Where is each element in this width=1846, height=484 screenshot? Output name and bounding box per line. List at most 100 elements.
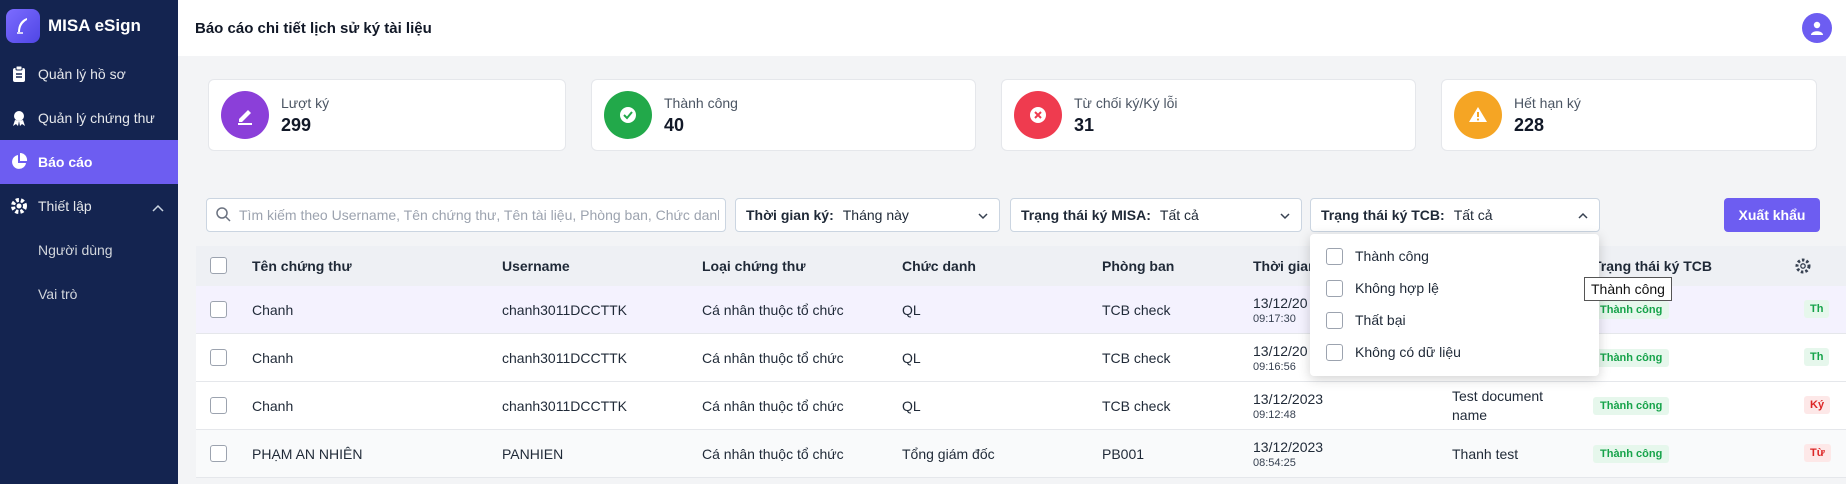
username-cell: chanh3011DCCTTK <box>502 397 628 414</box>
select-label: Trạng thái ký MISA: <box>1021 207 1151 223</box>
chevron-down-icon <box>977 209 989 225</box>
certificate-icon <box>8 107 30 129</box>
search-input[interactable] <box>239 207 719 223</box>
stat-label: Thành công <box>664 94 738 111</box>
option-label: Thành công <box>1355 248 1429 264</box>
export-button[interactable]: Xuất khẩu <box>1724 198 1820 232</box>
dropdown-option-khong-hop-le[interactable]: Không hợp lệ <box>1310 272 1599 304</box>
table-row[interactable]: PHẠM AN NHIÊN PANHIEN Cá nhân thuộc tổ c… <box>196 430 1846 478</box>
column-header[interactable]: Trạng thái ký TCB <box>1593 258 1712 274</box>
pie-chart-icon <box>8 151 30 173</box>
row-checkbox[interactable] <box>210 444 227 462</box>
tcb-status-dropdown: Thành công Không hợp lệ Thất bại Không c… <box>1310 234 1599 376</box>
cert-name-cell: Chanh <box>252 301 294 318</box>
column-header[interactable]: Thời gian <box>1253 258 1317 274</box>
column-header[interactable]: Tên chứng thư <box>252 258 352 274</box>
stat-card-luot-ky: Lượt ký 299 <box>208 79 566 151</box>
select-value: Tháng này <box>842 207 909 223</box>
sidebar-item-bao-cao[interactable]: Báo cáo <box>0 140 178 184</box>
row-checkbox[interactable] <box>210 396 227 414</box>
search-icon <box>215 206 231 225</box>
sidebar-item-thiet-lap[interactable]: Thiết lập <box>0 184 178 228</box>
stat-value: 40 <box>664 114 685 135</box>
option-checkbox[interactable] <box>1326 311 1343 329</box>
time-cell: 13/12/2023 08:54:25 <box>1253 439 1323 469</box>
option-checkbox[interactable] <box>1326 247 1343 265</box>
date-text: 13/12/2023 <box>1253 438 1324 455</box>
select-label: Thời gian ký: <box>746 207 834 223</box>
cert-type-cell: Cá nhân thuộc tổ chức <box>702 301 844 318</box>
dropdown-option-thanh-cong[interactable]: Thành công <box>1310 240 1599 272</box>
option-label: Không có dữ liệu <box>1355 344 1461 360</box>
title-cell: QL <box>902 301 921 318</box>
cert-name-cell: PHẠM AN NHIÊN <box>252 445 363 462</box>
date-text: 13/12/2023 <box>1253 390 1324 407</box>
cert-type-cell: Cá nhân thuộc tổ chức <box>702 397 844 414</box>
page-title: Báo cáo chi tiết lịch sử ký tài liệu <box>195 19 432 37</box>
column-header[interactable]: Chức danh <box>902 258 976 274</box>
row-checkbox[interactable] <box>210 348 227 366</box>
dropdown-option-khong-co-du-lieu[interactable]: Không có dữ liệu <box>1310 336 1599 368</box>
option-checkbox[interactable] <box>1326 279 1343 297</box>
clipboard-icon <box>8 63 30 85</box>
username-cell: chanh3011DCCTTK <box>502 349 628 366</box>
header: Báo cáo chi tiết lịch sử ký tài liệu <box>178 0 1846 56</box>
status-badge: Thành công <box>1593 444 1670 463</box>
stat-value: 31 <box>1074 114 1095 135</box>
select-all-checkbox[interactable] <box>210 257 227 274</box>
misa-status-select[interactable]: Trạng thái ký MISA: Tất cả <box>1010 198 1302 232</box>
stat-card-tu-choi-ky: Từ chối ký/Ký lỗi 31 <box>1001 79 1416 151</box>
gear-icon <box>8 195 30 217</box>
sidebar-item-label: Quản lý chứng thư <box>38 110 155 126</box>
document-name-cell: Thanh test <box>1452 445 1519 462</box>
sidebar-item-quan-ly-ho-so[interactable]: Quản lý hồ sơ <box>0 52 178 96</box>
time-text: 09:17:30 <box>1253 312 1296 325</box>
time-cell: 13/12/20 09:17:30 <box>1253 295 1308 325</box>
app-title: MISA eSign <box>48 16 141 35</box>
status-badge: Từ <box>1804 444 1831 462</box>
time-text: 09:16:56 <box>1253 360 1296 373</box>
status-badge: Thành công <box>1593 348 1670 367</box>
row-checkbox[interactable] <box>210 300 227 318</box>
avatar[interactable] <box>1802 13 1832 43</box>
column-header[interactable]: Username <box>502 258 570 274</box>
column-header[interactable]: Loại chứng thư <box>702 258 806 274</box>
tcb-status-select[interactable]: Trạng thái ký TCB: Tất cả <box>1310 198 1600 232</box>
chevron-down-icon <box>1279 209 1291 225</box>
signature-icon <box>221 91 269 139</box>
sign-time-select[interactable]: Thời gian ký: Tháng này <box>735 198 1000 232</box>
sidebar-subitem-nguoi-dung[interactable]: Người dùng <box>0 228 178 272</box>
option-label: Không hợp lệ <box>1355 280 1439 296</box>
chevron-up-icon <box>1577 209 1589 225</box>
title-cell: QL <box>902 349 921 366</box>
x-circle-icon <box>1014 91 1062 139</box>
brand[interactable]: MISA eSign <box>0 0 178 52</box>
column-settings-icon[interactable] <box>1794 257 1812 278</box>
username-cell: chanh3011DCCTTK <box>502 301 628 318</box>
app-logo-icon <box>6 9 40 43</box>
status-badge: Ký <box>1804 396 1831 414</box>
select-value: Tất cả <box>1453 207 1493 223</box>
stat-label: Hết hạn ký <box>1514 94 1581 111</box>
department-cell: PB001 <box>1102 445 1145 462</box>
sidebar-item-label: Báo cáo <box>38 154 93 170</box>
department-cell: TCB check <box>1102 301 1171 318</box>
search-box <box>206 198 726 232</box>
table-row[interactable]: Chanh chanh3011DCCTTK Cá nhân thuộc tổ c… <box>196 382 1846 430</box>
sidebar-item-quan-ly-chung-thu[interactable]: Quản lý chứng thư <box>0 96 178 140</box>
status-badge: Th <box>1804 348 1830 366</box>
column-header[interactable]: Phòng ban <box>1102 258 1174 274</box>
warning-icon <box>1454 91 1502 139</box>
department-cell: TCB check <box>1102 397 1171 414</box>
tooltip: Thành công <box>1584 277 1672 301</box>
sidebar-subitem-vai-tro[interactable]: Vai trò <box>0 272 178 316</box>
dropdown-option-that-bai[interactable]: Thất bại <box>1310 304 1599 336</box>
stat-value: 228 <box>1514 114 1545 135</box>
date-text: 13/12/20 <box>1253 342 1308 359</box>
option-checkbox[interactable] <box>1326 343 1343 361</box>
status-badge: Th <box>1804 300 1830 318</box>
cert-type-cell: Cá nhân thuộc tổ chức <box>702 349 844 366</box>
time-cell: 13/12/20 09:16:56 <box>1253 343 1308 373</box>
title-cell: Tổng giám đốc <box>902 445 995 462</box>
option-label: Thất bại <box>1355 312 1406 328</box>
